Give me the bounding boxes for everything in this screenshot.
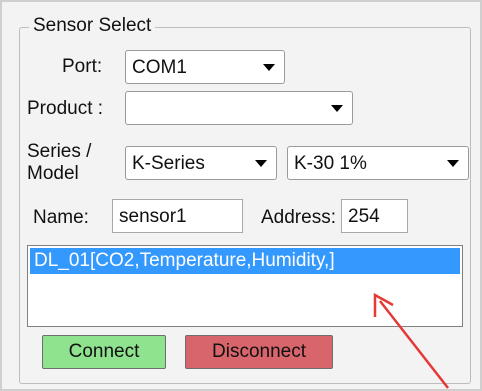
annotation-arrow xyxy=(373,292,449,389)
arrow-shaft xyxy=(379,300,449,389)
